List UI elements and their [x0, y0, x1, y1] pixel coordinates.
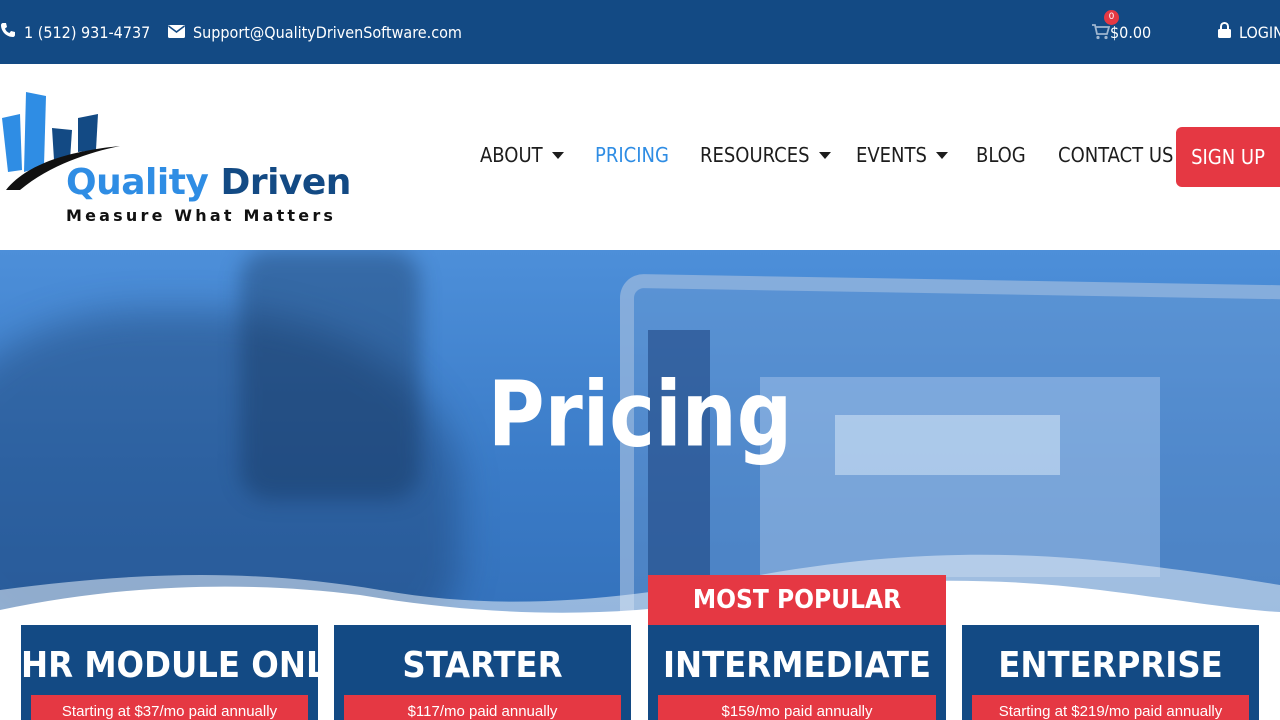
lock-icon: [1218, 21, 1231, 42]
nav-contact-label: CONTACT US: [1058, 143, 1174, 167]
login-label: LOGIN: [1239, 22, 1280, 42]
nav-events[interactable]: EVENTS: [856, 143, 948, 167]
plan-title: HR MODULE ONLY: [21, 645, 345, 686]
cart-total: $0.00: [1110, 22, 1152, 42]
site-logo[interactable]: Quality Driven Measure What Matters: [0, 90, 362, 230]
plan-card-starter[interactable]: STARTER $117/mo paid annually: [334, 625, 631, 720]
page-title: Pricing: [487, 362, 793, 468]
nav-contact[interactable]: CONTACT US: [1058, 143, 1173, 167]
caret-down-icon: [935, 151, 948, 159]
nav-blog-label: BLOG: [976, 143, 1026, 167]
cart-count-badge: 0: [1104, 10, 1119, 25]
plan-title: STARTER: [402, 645, 563, 686]
nav-blog[interactable]: BLOG: [976, 143, 1026, 167]
logo-wordmark: Quality Driven: [66, 162, 351, 203]
logo-word-quality: Quality: [66, 162, 209, 203]
logo-word-driven: Driven: [220, 162, 351, 203]
plan-title: INTERMEDIATE: [662, 645, 932, 686]
plan-card-hr-module[interactable]: HR MODULE ONLY Starting at $37/mo paid a…: [21, 625, 345, 720]
logo-tagline: Measure What Matters: [66, 206, 337, 225]
plan-card-intermediate[interactable]: INTERMEDIATE $159/mo paid annually: [648, 625, 946, 720]
support-email: Support@QualityDrivenSoftware.com: [193, 22, 462, 42]
phone-icon: [0, 22, 16, 42]
phone-link[interactable]: 1 (512) 931-4737: [0, 0, 150, 64]
nav-pricing-label: PRICING: [595, 143, 669, 167]
plan-title: ENTERPRISE: [998, 645, 1223, 686]
nav-resources-label: RESOURCES: [700, 143, 810, 167]
top-bar: 1 (512) 931-4737 Support@QualityDrivenSo…: [0, 0, 1280, 64]
most-popular-badge: MOST POPULAR: [648, 575, 946, 625]
login-link[interactable]: LOGIN: [1218, 0, 1280, 64]
plan-price: $159/mo paid annually: [658, 695, 936, 720]
cart-icon: 0: [1092, 10, 1119, 40]
plan-price: Starting at $37/mo paid annually: [31, 695, 308, 720]
signup-label: SIGN UP: [1191, 145, 1265, 169]
nav-events-label: EVENTS: [856, 143, 927, 167]
plan-price: $117/mo paid annually: [344, 695, 621, 720]
plan-price: Starting at $219/mo paid annually: [972, 695, 1249, 720]
nav-pricing[interactable]: PRICING: [595, 143, 669, 167]
nav-about[interactable]: ABOUT: [480, 143, 564, 167]
envelope-icon: [168, 23, 185, 42]
nav-about-label: ABOUT: [480, 143, 543, 167]
nav-resources[interactable]: RESOURCES: [700, 143, 831, 167]
email-link[interactable]: Support@QualityDrivenSoftware.com: [168, 0, 462, 64]
cart-link[interactable]: 0 $0.00: [1092, 0, 1151, 64]
caret-down-icon: [551, 151, 564, 159]
phone-number: 1 (512) 931-4737: [24, 22, 151, 42]
signup-button[interactable]: SIGN UP: [1176, 127, 1280, 187]
plan-card-enterprise[interactable]: ENTERPRISE Starting at $219/mo paid annu…: [962, 625, 1259, 720]
caret-down-icon: [818, 151, 831, 159]
